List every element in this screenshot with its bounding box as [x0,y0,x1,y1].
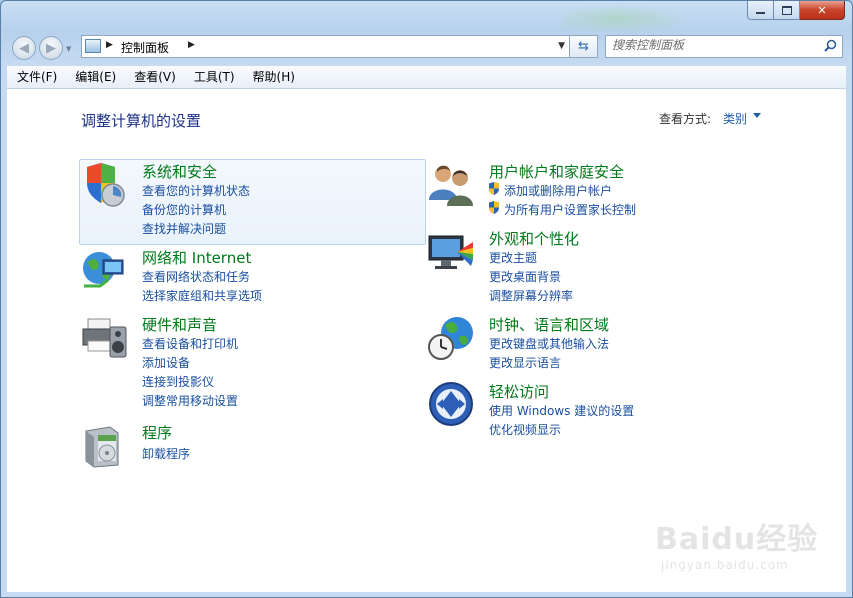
caption-buttons: ✕ [747,1,845,20]
search-box[interactable] [605,35,843,58]
view-by-dropdown[interactable]: 类别 [723,110,747,127]
uac-shield-icon [489,182,499,195]
menu-edit[interactable]: 编辑(E) [65,66,124,88]
search-input[interactable] [612,38,812,52]
maximize-button[interactable] [774,1,800,20]
forward-button[interactable]: ▶ [39,36,63,60]
category-title[interactable]: 网络和 Internet [142,247,251,268]
category-appearance: 外观和个性化 更改主题 更改桌面背景 调整屏幕分辨率 [427,228,772,306]
category-link[interactable]: 为所有用户设置家长控制 [504,201,636,218]
menu-view[interactable]: 查看(V) [124,66,184,88]
search-icon[interactable] [824,39,837,52]
shield-computer-icon [87,163,125,207]
close-button[interactable]: ✕ [800,1,845,20]
control-panel-icon [85,39,101,53]
menu-bar: 文件(F) 编辑(E) 查看(V) 工具(T) 帮助(H) [7,66,846,89]
recent-pages-dropdown[interactable]: ▼ [66,45,71,53]
minimize-button[interactable] [747,1,774,20]
baidu-watermark: Baidu经验 jingyan.baidu.com [655,514,818,572]
menu-help[interactable]: 帮助(H) [243,66,303,88]
category-link[interactable]: 备份您的计算机 [142,201,226,218]
back-button[interactable]: ◀ [12,36,36,60]
breadcrumb-control-panel[interactable]: 控制面板 [121,39,169,56]
breadcrumb-arrow-icon[interactable]: ▶ [106,40,113,50]
category-programs: 程序 卸载程序 [80,421,425,469]
ease-of-access-icon [429,382,473,426]
refresh-icon: ⇆ [578,39,589,54]
category-ease-of-access: 轻松访问 使用 Windows 建议的设置 优化视频显示 [427,380,772,440]
view-by-caret-icon[interactable] [753,113,761,118]
category-link[interactable]: 连接到投影仪 [142,373,214,390]
control-panel-window: ✕ ◀ ▶ ▼ ▶ 控制面板 ▶ ▼ ⇆ 文件(F) 编辑(E) 查看(V) 工… [0,0,853,598]
address-bar[interactable]: ▶ 控制面板 ▶ ▼ [81,35,570,58]
maximize-icon [781,5,792,15]
category-title[interactable]: 轻松访问 [489,381,549,402]
programs-box-icon [85,426,119,468]
close-icon: ✕ [817,3,827,17]
category-title[interactable]: 系统和安全 [142,161,217,182]
category-link[interactable]: 更改主题 [489,249,537,266]
printer-speaker-icon [82,318,127,358]
category-hardware-sound: 硬件和声音 查看设备和打印机 添加设备 连接到投影仪 调整常用移动设置 [80,313,425,409]
category-link[interactable]: 查看设备和打印机 [142,335,238,352]
menu-file[interactable]: 文件(F) [7,66,65,88]
watermark-url: jingyan.baidu.com [661,558,789,572]
category-title[interactable]: 程序 [142,422,172,443]
category-link[interactable]: 优化视频显示 [489,421,561,438]
menu-tools[interactable]: 工具(T) [184,66,243,88]
category-title[interactable]: 外观和个性化 [489,228,579,249]
page-title: 调整计算机的设置 [81,112,202,130]
frame-decoration [561,1,701,31]
category-clock-region: 时钟、语言和区域 更改键盘或其他输入法 更改显示语言 [427,313,772,373]
category-link[interactable]: 卸载程序 [142,445,190,462]
category-system-security: 系统和安全 查看您的计算机状态 备份您的计算机 查找并解决问题 [79,159,426,245]
main-content: 调整计算机的设置 查看方式: 类别 系统和安全 查看您的计算机状态 备份您的计算… [7,89,846,592]
category-link[interactable]: 调整常用移动设置 [142,392,238,409]
category-title[interactable]: 用户帐户和家庭安全 [489,161,624,182]
category-link[interactable]: 查看网络状态和任务 [142,268,250,285]
back-arrow-icon: ◀ [19,40,29,56]
refresh-button[interactable]: ⇆ [570,35,598,58]
category-link[interactable]: 更改显示语言 [489,354,561,371]
category-link[interactable]: 查看您的计算机状态 [142,182,250,199]
network-globe-icon [83,252,124,288]
category-link[interactable]: 选择家庭组和共享选项 [142,287,262,304]
category-user-accounts: 用户帐户和家庭安全 添加或删除用户帐户 为所有用户设置家长控制 [427,160,772,220]
minimize-icon [756,11,765,14]
forward-arrow-icon: ▶ [46,40,56,56]
category-link[interactable]: 添加设备 [142,354,190,371]
category-link[interactable]: 更改桌面背景 [489,268,561,285]
category-link[interactable]: 添加或删除用户帐户 [504,182,612,199]
display-personalize-icon [428,235,473,269]
clock-globe-icon [428,317,473,360]
category-link[interactable]: 使用 Windows 建议的设置 [489,402,634,419]
watermark-brand: Baidu经验 [655,522,819,557]
category-network-internet: 网络和 Internet 查看网络状态和任务 选择家庭组和共享选项 [80,246,425,306]
view-by-label: 查看方式: [659,112,712,126]
uac-shield-icon [489,201,499,214]
category-title[interactable]: 硬件和声音 [142,314,217,335]
category-link[interactable]: 更改键盘或其他输入法 [489,335,609,352]
users-icon [429,165,473,206]
category-link[interactable]: 查找并解决问题 [142,220,226,237]
category-link[interactable]: 调整屏幕分辨率 [489,287,573,304]
address-history-dropdown-icon[interactable]: ▼ [558,41,565,51]
category-title[interactable]: 时钟、语言和区域 [489,314,609,335]
breadcrumb-arrow-icon[interactable]: ▶ [188,40,195,50]
